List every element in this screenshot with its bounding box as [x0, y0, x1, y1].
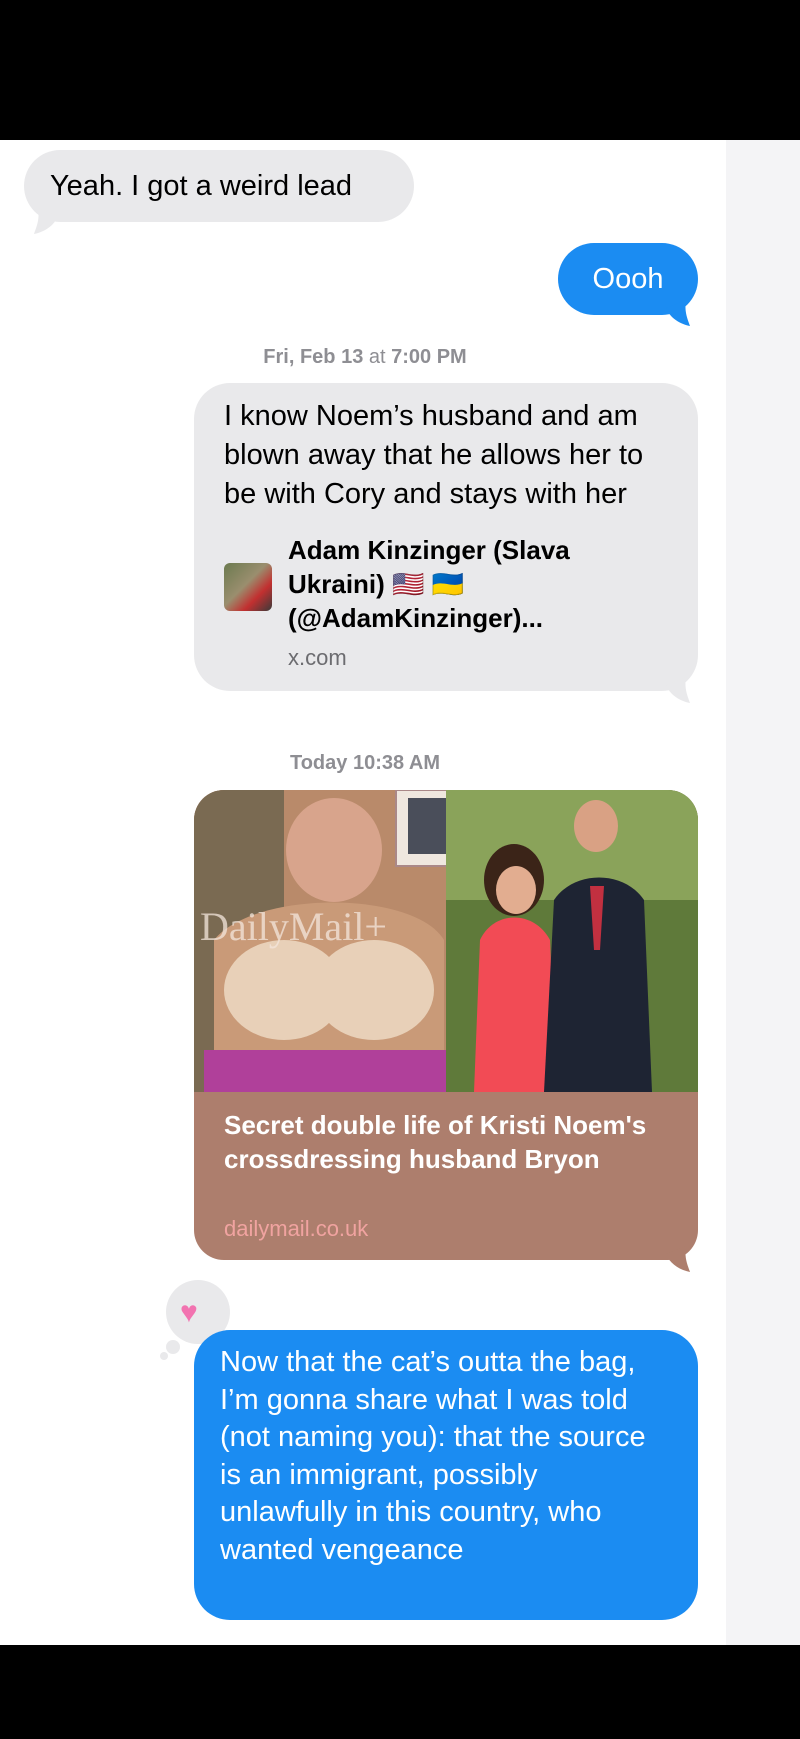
link-preview[interactable]: Adam Kinzinger (Slava Ukraini) 🇺🇸 🇺🇦 (@A…	[224, 533, 674, 673]
tapback-dot	[160, 1352, 168, 1360]
scroll-edge	[726, 140, 800, 1655]
link-preview-image: DailyMail+	[194, 790, 698, 1092]
bubble-tail	[666, 300, 690, 326]
link-title: Secret double life of Kristi Noem's cros…	[224, 1110, 647, 1174]
bubble-tail	[34, 208, 58, 234]
link-host: x.com	[288, 645, 347, 670]
link-title: Adam Kinzinger (Slava Ukraini) 🇺🇸 🇺🇦 (@A…	[288, 535, 570, 633]
bubble-tail	[666, 677, 690, 703]
message-text: Yeah. I got a weird lead	[50, 170, 353, 202]
timestamp: Today 10:38 AM	[289, 752, 441, 774]
link-thumbnail	[224, 563, 272, 611]
message-text: Now that the cat’s outta the bag, I’m go…	[220, 1346, 646, 1566]
message-bubble-gray[interactable]: Yeah. I got a weird lead	[24, 150, 414, 222]
bubble-tail	[666, 1246, 690, 1272]
watermark-text: DailyMail+	[200, 904, 387, 949]
link-card-dailymail[interactable]: DailyMail+ Secret double life of Kristi …	[194, 790, 698, 1260]
link-host: dailymail.co.uk	[224, 1216, 369, 1241]
tapback-dot	[166, 1340, 180, 1354]
message-thread[interactable]: Yeah. I got a weird lead Oooh Fri, Feb 1…	[0, 140, 800, 1655]
message-text: I know Noem’s husband and am blown away …	[224, 400, 644, 510]
message-bubble-gray-link[interactable]: I know Noem’s husband and am blown away …	[194, 383, 698, 691]
message-text: Oooh	[592, 263, 664, 295]
timestamp: Fri, Feb 13 at 7:00 PM	[263, 346, 467, 368]
heart-icon: ♥	[180, 1296, 198, 1329]
bottom-bar	[0, 1645, 800, 1739]
message-bubble-blue[interactable]: Now that the cat’s outta the bag, I’m go…	[194, 1330, 698, 1620]
